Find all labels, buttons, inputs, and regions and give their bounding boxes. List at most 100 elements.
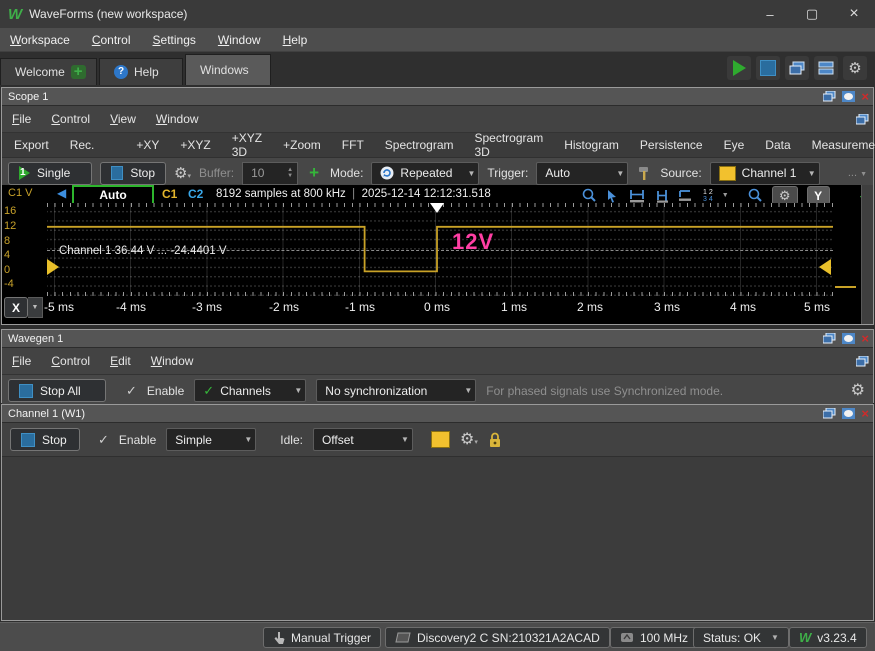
minimize-icon[interactable]: – (749, 0, 791, 28)
status-button[interactable]: Status: OK ▼ (693, 627, 789, 648)
idle-dropdown[interactable]: Offset ▼ (312, 428, 413, 451)
view-measurements[interactable]: Measurements (812, 138, 875, 152)
buffer-label: Buffer: (198, 166, 235, 180)
maximize-panel-icon[interactable] (842, 408, 856, 419)
channels-dropdown[interactable]: ✓ Channels ▼ (194, 379, 307, 402)
channel-stop-label: Stop (42, 432, 67, 447)
undock-icon[interactable] (823, 408, 836, 419)
channel-offset-marker-left[interactable] (47, 259, 59, 275)
undock-icon[interactable] (856, 113, 869, 125)
add-buffer-icon[interactable]: + (306, 164, 322, 181)
spinner-arrows-icon[interactable]: ▲ ▼ (283, 167, 297, 179)
view-eye[interactable]: Eye (724, 138, 745, 152)
horizontal-cursors-icon[interactable] (629, 189, 645, 203)
options-button[interactable]: ⚙ (843, 56, 867, 80)
close-panel-icon[interactable]: × (861, 90, 869, 103)
close-panel-icon[interactable]: × (861, 407, 869, 420)
tab-windows[interactable]: Windows (185, 54, 271, 85)
channel-titlebar[interactable]: Channel 1 (W1) × (2, 405, 873, 423)
view-xyz3d[interactable]: +XYZ 3D (232, 131, 262, 159)
sync-dropdown[interactable]: No synchronization ▼ (316, 379, 477, 402)
zoom-fit-icon[interactable] (582, 188, 597, 203)
undock-icon[interactable] (823, 333, 836, 344)
undock-icon[interactable] (856, 355, 869, 367)
wavegen-menu-control[interactable]: Control (51, 354, 90, 368)
scope-menu-control[interactable]: Control (51, 112, 90, 126)
c2-badge[interactable]: C2 (188, 187, 203, 201)
scope-canvas[interactable]: Channel 1 36.44 V ... -24.4401 V 12V (47, 203, 833, 296)
enable-checkbox[interactable]: ✓ (126, 383, 137, 399)
menu-help[interactable]: Help (283, 33, 308, 47)
zoom-icon[interactable] (748, 188, 763, 203)
generator-mode-dropdown[interactable]: Simple ▼ (166, 428, 257, 451)
trigger-dropdown[interactable]: Auto ▼ (536, 161, 629, 185)
cascade-windows-button[interactable] (785, 56, 809, 80)
channel-color-chip[interactable] (430, 431, 450, 448)
wavegen-menu-edit[interactable]: Edit (110, 354, 131, 368)
wavegen-menu-window[interactable]: Window (151, 354, 194, 368)
view-fft[interactable]: FFT (342, 138, 364, 152)
tab-help[interactable]: ? Help (99, 58, 183, 85)
view-persistence[interactable]: Persistence (640, 138, 703, 152)
view-data[interactable]: Data (765, 138, 790, 152)
view-rec[interactable]: Rec. (70, 138, 95, 152)
chevron-down-icon[interactable]: ▼ (722, 192, 729, 199)
close-panel-icon[interactable]: × (861, 332, 869, 345)
tab-welcome[interactable]: Welcome + (0, 58, 97, 85)
view-xyz[interactable]: +XYZ (180, 138, 210, 152)
trigger-position-marker[interactable] (430, 203, 444, 213)
view-histogram[interactable]: Histogram (564, 138, 619, 152)
view-xy[interactable]: +XY (136, 138, 159, 152)
pointer-cursor-icon[interactable] (606, 189, 620, 203)
stop-all-button[interactable] (756, 56, 780, 80)
scope-stop-button[interactable]: Stop (100, 161, 166, 185)
source-dropdown[interactable]: Channel 1 ▼ (709, 161, 820, 185)
undock-icon[interactable] (823, 91, 836, 102)
vertical-cursors-icon[interactable] (654, 189, 669, 203)
menu-window[interactable]: Window (218, 33, 261, 47)
version-button[interactable]: W v3.23.4 (789, 627, 867, 648)
wavegen-settings-gear-icon[interactable]: ⚙ (851, 382, 865, 399)
wavegen-menu-file[interactable]: File (12, 354, 31, 368)
wavegen-titlebar[interactable]: Wavegen 1 × (2, 330, 873, 348)
channel-settings-gear-icon[interactable]: ⚙▾ (460, 431, 478, 448)
maximize-panel-icon[interactable] (842, 91, 856, 102)
view-zoom[interactable]: +Zoom (283, 138, 321, 152)
device-button[interactable]: Discovery2 C SN:210321A2ACAD (385, 627, 610, 648)
scope-menu-window[interactable]: Window (156, 112, 199, 126)
view-spectrogram3d[interactable]: Spectrogram 3D (475, 131, 544, 159)
menu-workspace[interactable]: Workspace (10, 33, 70, 47)
stop-all-button[interactable]: Stop All (8, 379, 106, 402)
single-button[interactable]: 1 Single (8, 161, 92, 185)
menu-control[interactable]: Control (92, 33, 131, 47)
measure-ruler-icon[interactable] (678, 189, 694, 203)
tile-windows-button[interactable] (814, 56, 838, 80)
buffer-spinner[interactable]: 10 ▲ ▼ (242, 161, 299, 185)
channel-enable-checkbox[interactable]: ✓ (98, 432, 109, 448)
channel-stop-button[interactable]: Stop (10, 428, 80, 451)
lock-icon[interactable] (488, 432, 502, 448)
acquisition-gear-icon[interactable]: ⚙▾ (174, 166, 191, 181)
generator-mode-value: Simple (175, 432, 212, 447)
scope-menu-view[interactable]: View (110, 112, 136, 126)
scope-menu-file[interactable]: File (12, 112, 31, 126)
add-instrument-icon[interactable]: + (70, 64, 86, 79)
trigger-level-marker-right[interactable] (819, 259, 831, 275)
maximize-panel-icon[interactable] (842, 333, 856, 344)
mode-dropdown[interactable]: Repeated ▼ (371, 161, 480, 185)
view-export[interactable]: Export (14, 138, 49, 152)
back-icon[interactable]: ◀ (57, 186, 66, 200)
trigger-settings-hammer-icon[interactable] (636, 166, 652, 181)
x-axis-button[interactable]: X ▼ (4, 297, 43, 318)
scope-titlebar[interactable]: Scope 1 × (2, 88, 873, 106)
maximize-icon[interactable]: ▢ (791, 0, 833, 28)
c1-badge[interactable]: C1 (162, 187, 177, 201)
scope-plot[interactable]: C1 V ◀ Auto C1 C2 8192 samples at 800 kH… (2, 185, 873, 324)
more-options-icon[interactable]: ... ▼ (848, 167, 867, 179)
close-icon[interactable]: × (833, 0, 875, 28)
view-spectrogram[interactable]: Spectrogram (385, 138, 454, 152)
quad-view-icon[interactable]: 1 23 4 (703, 189, 713, 203)
manual-trigger-button[interactable]: Manual Trigger (263, 627, 382, 648)
run-all-button[interactable] (727, 56, 751, 80)
menu-settings[interactable]: Settings (153, 33, 196, 47)
